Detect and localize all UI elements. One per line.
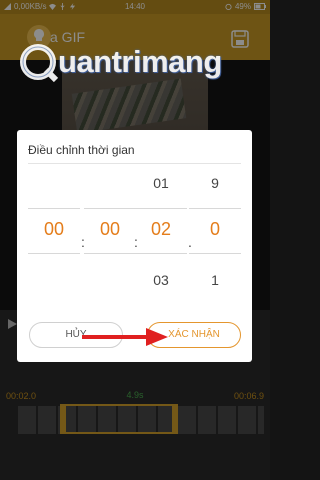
watermark: uantrimang <box>16 40 256 90</box>
picker-prev-value: 9 <box>211 175 219 191</box>
picker-current-value: 00 <box>99 219 121 239</box>
watermark-text: uantrimang <box>58 44 222 79</box>
picker-next-value: 03 <box>153 272 169 288</box>
minutes-picker[interactable]: 00 <box>84 170 136 300</box>
picker-current-value: 00 <box>43 219 65 239</box>
picker-current-value: 02 <box>150 219 172 239</box>
arrow-icon <box>82 328 168 346</box>
hours-picker[interactable]: 00 <box>28 170 80 300</box>
watermark-logo-icon <box>20 44 59 83</box>
picker-next-value: 1 <box>211 272 219 288</box>
tenths-picker[interactable]: 9 0 1 <box>189 170 241 300</box>
dialog-divider <box>28 163 241 164</box>
picker-prev-value: 01 <box>153 175 169 191</box>
seconds-picker[interactable]: 01 02 03 <box>135 170 187 300</box>
picker-current-value: 0 <box>209 219 220 239</box>
dialog-title: Điều chỉnh thời gian <box>28 143 135 157</box>
